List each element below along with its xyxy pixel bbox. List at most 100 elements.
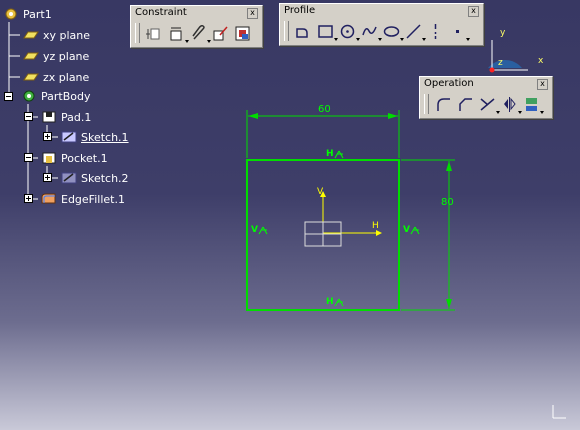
profile-button[interactable] [294,22,313,41]
toolbar-grip[interactable] [135,23,140,43]
horizontal-constraint-text: H [326,297,334,307]
spline-icon [362,26,377,35]
mirror-icon [504,96,516,112]
point-icon [456,29,459,33]
close-icon[interactable]: x [247,8,258,19]
toolbar-title[interactable]: Constraint x [131,6,262,20]
axis-icon [434,23,437,39]
axis-v-label: V [317,187,324,197]
constraints-dialog-button[interactable] [145,24,164,43]
contact-constraint-button[interactable] [189,24,211,43]
compass-x-label: x [538,56,544,66]
constraint-toolbar[interactable]: Constraint x [130,5,263,48]
constraint-bottom[interactable]: H [326,297,344,307]
tree-item-partbody[interactable]: PartBody [20,87,90,105]
rectangle-icon [318,24,333,38]
tree-item-label: Pocket.1 [61,151,108,165]
corner-icon [437,97,450,111]
spline-button[interactable] [360,22,382,41]
horizontal-constraint-text: H [326,149,334,159]
expand-fillet-icon[interactable] [24,194,33,203]
tree-item-label: Sketch.1 [81,130,129,144]
constraints-dialog-icon [146,28,160,39]
expand-sketch2-icon[interactable] [43,173,52,182]
animate-constraint-icon [235,26,250,40]
collapse-partbody-icon[interactable] [4,92,13,101]
circle-button[interactable] [338,22,360,41]
tree-item-label: Sketch.2 [81,171,129,185]
collapse-pocket-icon[interactable] [24,153,33,162]
tree-item-yz-plane[interactable]: yz plane [22,47,89,65]
height-dimension-value[interactable]: 80 [441,197,454,208]
close-icon[interactable]: x [537,79,548,90]
width-dimension-value[interactable]: 60 [318,104,331,115]
animate-constraint-button[interactable] [233,24,252,43]
rectangle-button[interactable] [316,22,338,41]
line-button[interactable] [404,22,426,41]
point-button[interactable] [448,22,470,41]
body-gear-icon [20,88,38,104]
pad-icon [40,109,58,125]
tree-item-label: yz plane [43,49,90,63]
tree-item-label: zx plane [43,70,90,84]
paperclip-icon [192,24,205,40]
tree-item-zx-plane[interactable]: zx plane [22,68,89,86]
toolbar-grip[interactable] [424,94,429,114]
tree-item-xy-plane[interactable]: xy plane [22,26,90,44]
tree-item-pocket[interactable]: Pocket.1 [40,149,108,167]
chamfer-button[interactable] [456,95,475,114]
tree-item-label: Pad.1 [61,110,92,124]
toolbar-title-text: Operation [424,78,474,89]
toolbar-title[interactable]: Operation x [420,77,552,91]
constraint-left[interactable]: V [251,225,268,235]
fillet-icon [40,191,58,207]
expand-sketch1-icon[interactable] [43,132,52,141]
gear-icon [2,6,20,22]
constraint-icon [170,27,182,40]
constraint-symbol-icon [334,298,343,306]
collapse-pad-icon[interactable] [24,112,33,121]
tree-item-edgefillet[interactable]: EdgeFillet.1 [40,190,125,208]
tree-item-pad[interactable]: Pad.1 [40,108,91,126]
toolbar-title-text: Constraint [135,7,187,18]
profile-toolbar[interactable]: Profile x [279,3,484,46]
constraint-top[interactable]: H [326,149,344,159]
sketch-icon [60,129,78,145]
project-3d-elements-button[interactable] [522,95,544,114]
toolbar-grip[interactable] [284,21,289,41]
constraint-button[interactable] [167,24,189,43]
circle-icon [340,24,355,38]
corner-button[interactable] [434,95,453,114]
height-arrow-top [446,161,452,171]
auto-constraint-button[interactable] [211,24,230,43]
tree-item-part1[interactable]: Part1 [2,5,52,23]
tree-item-label: EdgeFillet.1 [61,192,125,206]
chamfer-icon [459,97,472,111]
line-icon [406,23,421,39]
tree-item-label: xy plane [43,28,91,42]
plane-icon [22,69,40,85]
dropdown-arrow-icon[interactable] [540,110,544,114]
plane-icon [22,48,40,64]
tree-item-sketch1[interactable]: Sketch.1 [60,128,129,146]
ellipse-button[interactable] [382,22,404,41]
trim-button[interactable] [478,95,500,114]
constraint-right[interactable]: V [403,225,420,235]
toolbar-title-text: Profile [284,5,316,16]
tree-item-label: PartBody [41,89,91,103]
plane-icon [22,27,40,43]
close-icon[interactable]: x [468,6,479,17]
auto-constraint-icon [213,26,228,40]
dropdown-arrow-icon[interactable] [466,37,470,41]
pocket-icon [40,150,58,166]
height-arrow-bottom [446,299,452,309]
vertical-constraint-text: V [403,225,410,235]
operation-toolbar[interactable]: Operation x [419,76,553,119]
constraint-symbol-icon [258,226,268,234]
mirror-button[interactable] [500,95,522,114]
toolbar-title[interactable]: Profile x [280,4,483,18]
sketch-icon [60,170,78,186]
tree-item-sketch2[interactable]: Sketch.2 [60,169,129,187]
axis-button[interactable] [426,22,445,41]
trim-icon [480,97,495,111]
